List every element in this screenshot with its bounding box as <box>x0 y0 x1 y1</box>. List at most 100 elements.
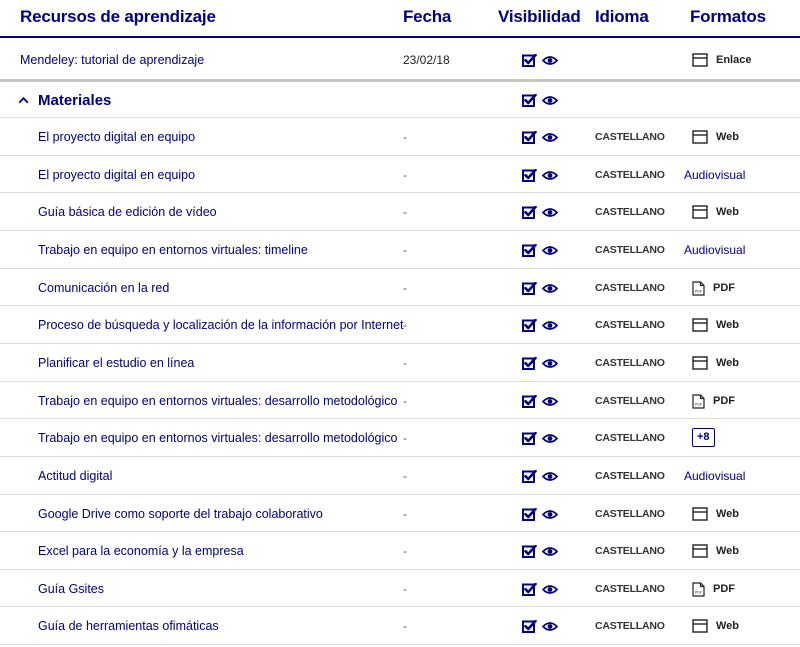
checkbox-checked-icon[interactable] <box>522 432 537 446</box>
visibility-toggle[interactable] <box>522 206 558 220</box>
more-formats-badge[interactable]: +8 <box>692 428 715 448</box>
checkbox-checked-icon[interactable] <box>522 281 537 295</box>
chevron-up-icon[interactable] <box>18 96 29 104</box>
table-row[interactable]: El proyecto digital en equipo - CASTELLANO… <box>0 156 800 194</box>
eye-icon[interactable] <box>542 433 558 444</box>
eye-icon[interactable] <box>542 245 558 256</box>
visibility-toggle[interactable] <box>522 507 558 521</box>
eye-icon[interactable] <box>542 320 558 331</box>
format-cell[interactable]: Audiovisual <box>684 469 745 483</box>
eye-icon[interactable] <box>542 358 558 369</box>
eye-icon[interactable] <box>542 584 558 595</box>
visibility-toggle[interactable] <box>522 168 558 182</box>
visibility-toggle[interactable] <box>522 394 558 408</box>
collapse-toggle[interactable] <box>18 96 29 104</box>
resource-title-link[interactable]: Mendeley: tutorial de aprendizaje <box>20 53 204 67</box>
table-row[interactable]: Guía básica de edición de vídeo - CASTELLA… <box>0 193 800 231</box>
table-row[interactable]: El proyecto digital en equipo - CASTELLANO… <box>0 118 800 156</box>
visibility-toggle[interactable] <box>522 281 558 295</box>
format-cell[interactable]: Enlace <box>692 53 751 67</box>
resource-title-link[interactable]: Excel para la economía y la empresa <box>38 544 244 558</box>
table-row[interactable]: Trabajo en equipo en entornos virtuales:… <box>0 382 800 420</box>
format-cell[interactable]: Audiovisual <box>684 243 745 257</box>
table-row[interactable]: Proceso de búsqueda y localización de la… <box>0 306 800 344</box>
resource-title-link[interactable]: El proyecto digital en equipo <box>38 130 195 144</box>
format-cell[interactable]: PDF PDF <box>692 393 735 409</box>
table-row[interactable]: Guía Gsites - CASTELLANO PDF PDF <box>0 570 800 608</box>
checkbox-checked-icon[interactable] <box>522 394 537 408</box>
checkbox-checked-icon[interactable] <box>522 131 537 144</box>
header-formats[interactable]: Formatos <box>690 7 766 27</box>
resource-title-link[interactable]: Actitud digital <box>38 469 112 483</box>
resource-title-link[interactable]: Guía básica de edición de vídeo <box>38 205 217 219</box>
format-cell[interactable]: Web <box>692 619 739 634</box>
header-resources[interactable]: Recursos de aprendizaje <box>20 7 216 27</box>
header-date[interactable]: Fecha <box>403 7 451 27</box>
eye-icon[interactable] <box>542 132 558 143</box>
visibility-toggle[interactable] <box>522 243 558 257</box>
eye-icon[interactable] <box>542 546 558 557</box>
visibility-toggle[interactable] <box>522 94 558 107</box>
format-cell[interactable]: Web <box>692 130 739 144</box>
resource-title-link[interactable]: Trabajo en equipo en entornos virtuales:… <box>38 243 308 257</box>
eye-icon[interactable] <box>542 621 558 632</box>
eye-icon[interactable] <box>542 396 558 407</box>
checkbox-checked-icon[interactable] <box>522 54 537 67</box>
checkbox-checked-icon[interactable] <box>522 94 537 107</box>
group-row-materiales[interactable]: Materiales <box>0 82 800 118</box>
visibility-toggle[interactable] <box>522 319 558 333</box>
resource-title-link[interactable]: El proyecto digital en equipo <box>38 168 195 182</box>
table-row[interactable]: Planificar el estudio en línea - CASTELLAN… <box>0 344 800 382</box>
checkbox-checked-icon[interactable] <box>522 168 537 182</box>
table-row[interactable]: Actitud digital - CASTELLANO Audiovisual <box>0 457 800 495</box>
eye-icon[interactable] <box>542 95 558 106</box>
visibility-toggle[interactable] <box>522 432 558 446</box>
table-row[interactable]: Google Drive como soporte del trabajo co… <box>0 495 800 533</box>
checkbox-checked-icon[interactable] <box>522 545 537 559</box>
format-cell[interactable]: Web <box>692 356 739 370</box>
format-cell[interactable]: Web <box>692 205 739 219</box>
resource-title-link[interactable]: Comunicación en la red <box>38 281 169 295</box>
checkbox-checked-icon[interactable] <box>522 582 537 596</box>
eye-icon[interactable] <box>542 509 558 520</box>
resource-title-link[interactable]: Proceso de búsqueda y localización de la… <box>38 318 404 332</box>
visibility-toggle[interactable] <box>522 545 558 559</box>
visibility-toggle[interactable] <box>522 356 558 370</box>
resource-title-link[interactable]: Trabajo en equipo en entornos virtuales:… <box>38 394 397 408</box>
header-visibility[interactable]: Visibilidad <box>498 7 581 27</box>
header-language[interactable]: Idioma <box>595 7 649 27</box>
visibility-toggle[interactable] <box>522 131 558 144</box>
format-cell[interactable]: Audiovisual <box>684 168 745 182</box>
eye-icon[interactable] <box>542 471 558 482</box>
format-cell[interactable]: PDF PDF <box>692 280 735 296</box>
format-cell[interactable]: Web <box>692 506 739 521</box>
group-title[interactable]: Materiales <box>38 92 111 109</box>
checkbox-checked-icon[interactable] <box>522 356 537 370</box>
table-row[interactable]: Excel para la economía y la empresa - CAST… <box>0 532 800 570</box>
eye-icon[interactable] <box>542 283 558 294</box>
table-row[interactable]: Guía de herramientas ofimáticas - CASTELLA… <box>0 607 800 645</box>
checkbox-checked-icon[interactable] <box>522 620 537 634</box>
visibility-toggle[interactable] <box>522 620 558 634</box>
table-row[interactable]: Comunicación en la red - CASTELLANO PDF PDF <box>0 269 800 307</box>
eye-icon[interactable] <box>542 55 558 66</box>
checkbox-checked-icon[interactable] <box>522 243 537 257</box>
resource-title-link[interactable]: Guía Gsites <box>38 582 104 596</box>
format-cell[interactable]: Web <box>692 544 739 558</box>
visibility-toggle[interactable] <box>522 469 558 483</box>
checkbox-checked-icon[interactable] <box>522 507 537 521</box>
visibility-toggle[interactable] <box>522 582 558 596</box>
format-cell[interactable]: PDF PDF <box>692 582 735 597</box>
table-row[interactable]: Trabajo en equipo en entornos virtuales:… <box>0 231 800 269</box>
visibility-toggle[interactable] <box>522 54 558 67</box>
resource-title-link[interactable]: Trabajo en equipo en entornos virtuales:… <box>38 431 397 445</box>
checkbox-checked-icon[interactable] <box>522 206 537 220</box>
eye-icon[interactable] <box>542 207 558 218</box>
checkbox-checked-icon[interactable] <box>522 469 537 483</box>
resource-title-link[interactable]: Planificar el estudio en línea <box>38 356 194 370</box>
resource-title-link[interactable]: Guía de herramientas ofimáticas <box>38 619 219 633</box>
checkbox-checked-icon[interactable] <box>522 319 537 333</box>
eye-icon[interactable] <box>542 170 558 181</box>
resource-title-link[interactable]: Google Drive como soporte del trabajo co… <box>38 507 323 521</box>
format-cell[interactable]: Web <box>692 318 739 332</box>
